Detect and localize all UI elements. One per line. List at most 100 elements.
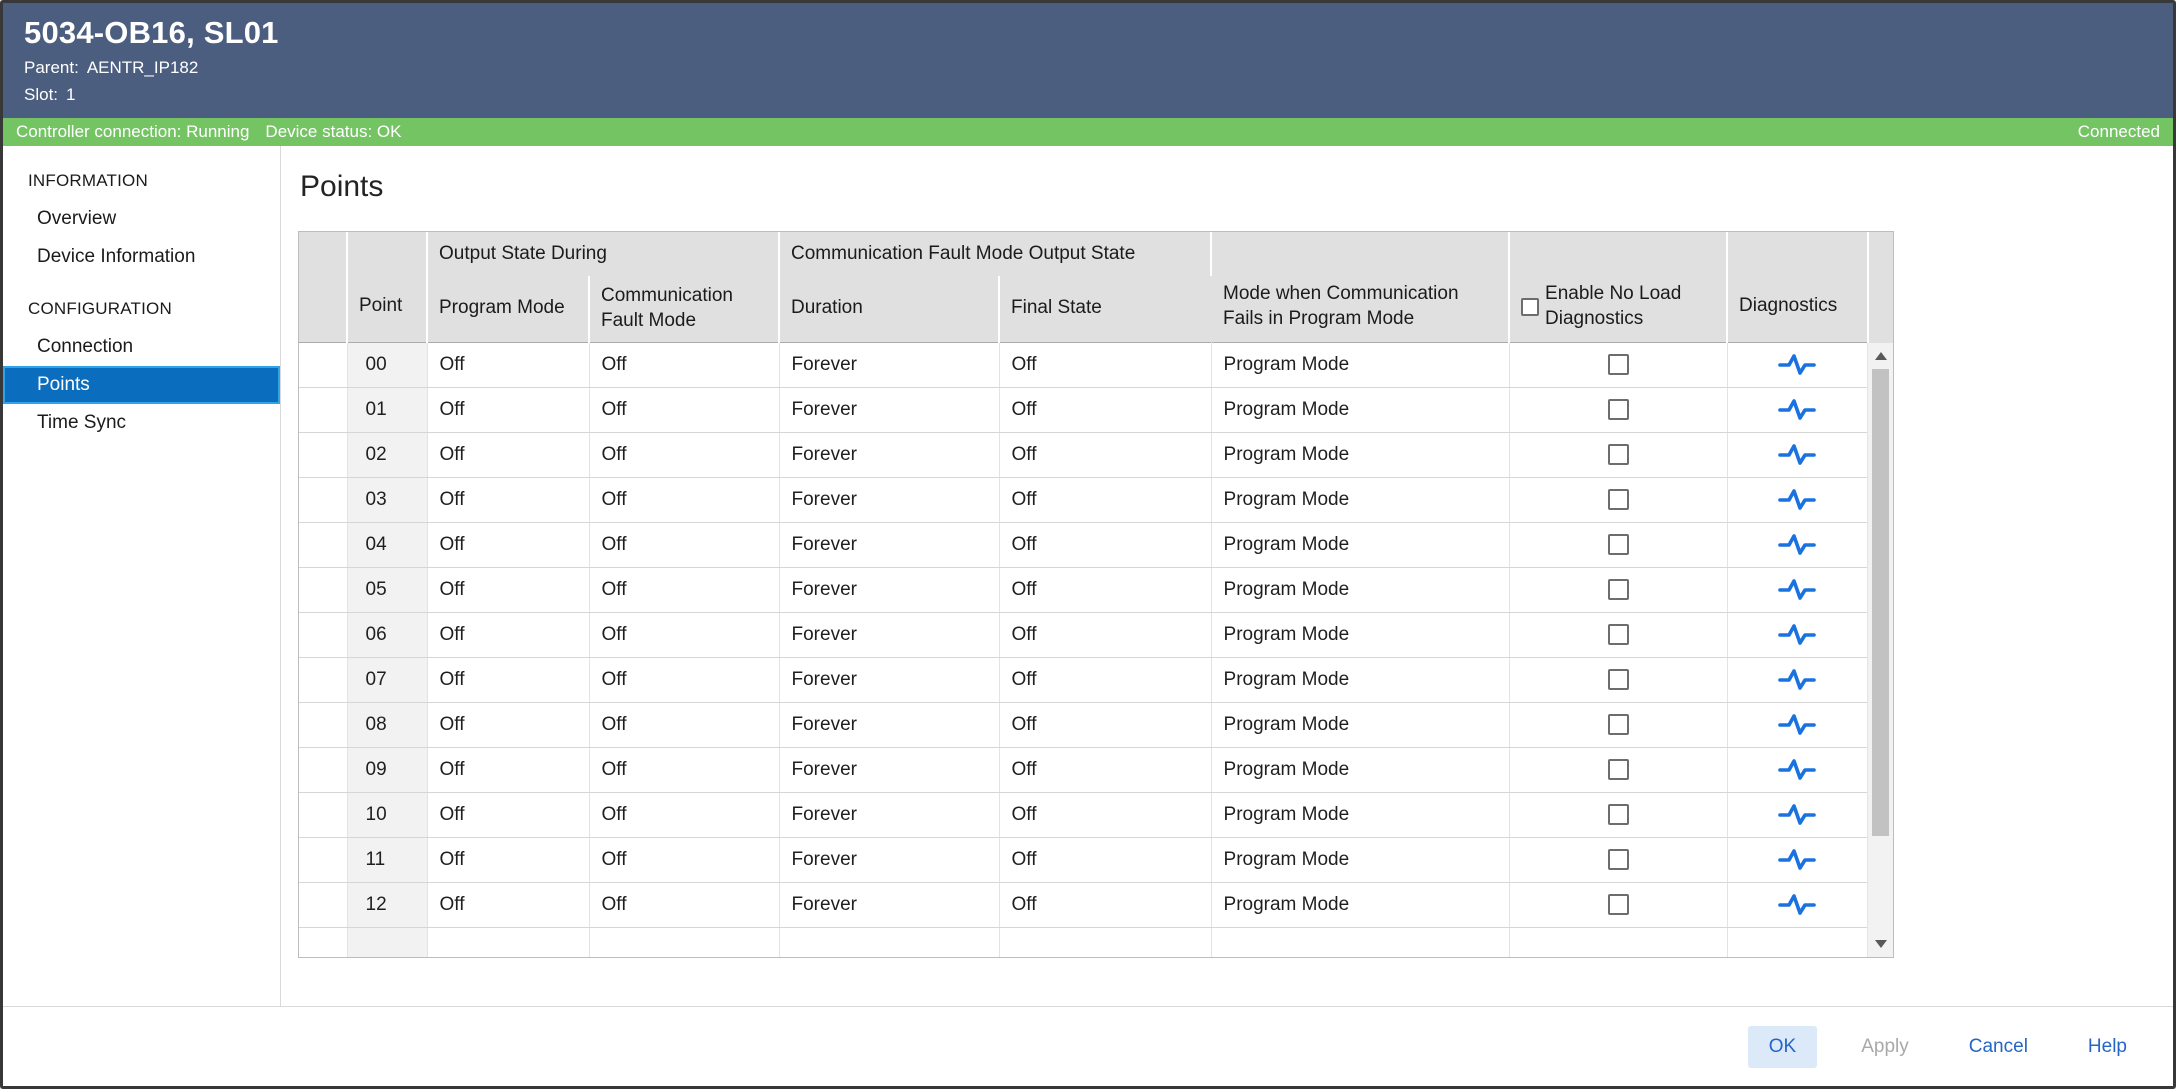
program-mode-cell[interactable]: Off xyxy=(427,387,589,432)
mode-when-comm-fails-cell[interactable]: Program Mode xyxy=(1211,612,1509,657)
row-selector[interactable] xyxy=(299,612,347,657)
duration-cell[interactable]: Forever xyxy=(779,747,999,792)
program-mode-cell[interactable]: Off xyxy=(427,522,589,567)
sidebar-item-points[interactable]: Points xyxy=(3,366,280,404)
final-state-cell[interactable]: Off xyxy=(999,522,1211,567)
diagnostics-pulse-icon[interactable] xyxy=(1777,893,1817,917)
duration-cell[interactable]: Forever xyxy=(779,837,999,882)
comm-fault-mode-cell[interactable]: Off xyxy=(589,837,779,882)
mode-when-comm-fails-cell[interactable]: Program Mode xyxy=(1211,432,1509,477)
duration-cell[interactable] xyxy=(779,927,999,958)
diagnostics-pulse-icon[interactable] xyxy=(1777,803,1817,827)
diagnostics-pulse-icon[interactable] xyxy=(1777,443,1817,467)
duration-cell[interactable]: Forever xyxy=(779,477,999,522)
no-load-checkbox[interactable] xyxy=(1608,624,1629,645)
apply-button[interactable]: Apply xyxy=(1845,1026,1925,1068)
diagnostics-pulse-icon[interactable] xyxy=(1777,533,1817,557)
help-button[interactable]: Help xyxy=(2072,1026,2143,1068)
mode-when-comm-fails-cell[interactable]: Program Mode xyxy=(1211,657,1509,702)
vertical-scrollbar[interactable] xyxy=(1867,343,1893,957)
program-mode-cell[interactable]: Off xyxy=(427,657,589,702)
mode-when-comm-fails-cell[interactable]: Program Mode xyxy=(1211,387,1509,432)
row-selector[interactable] xyxy=(299,747,347,792)
comm-fault-mode-cell[interactable]: Off xyxy=(589,702,779,747)
diagnostics-pulse-icon[interactable] xyxy=(1777,668,1817,692)
mode-when-comm-fails-cell[interactable]: Program Mode xyxy=(1211,837,1509,882)
ok-button[interactable]: OK xyxy=(1748,1026,1817,1068)
program-mode-cell[interactable]: Off xyxy=(427,432,589,477)
row-selector[interactable] xyxy=(299,927,347,958)
final-state-cell[interactable]: Off xyxy=(999,792,1211,837)
comm-fault-mode-cell[interactable]: Off xyxy=(589,747,779,792)
duration-cell[interactable]: Forever xyxy=(779,387,999,432)
final-state-cell[interactable] xyxy=(999,927,1211,958)
sidebar-item-overview[interactable]: Overview xyxy=(3,200,280,238)
final-state-cell[interactable]: Off xyxy=(999,882,1211,927)
comm-fault-mode-cell[interactable]: Off xyxy=(589,567,779,612)
no-load-checkbox[interactable] xyxy=(1608,399,1629,420)
final-state-cell[interactable]: Off xyxy=(999,657,1211,702)
diagnostics-pulse-icon[interactable] xyxy=(1777,848,1817,872)
mode-when-comm-fails-cell[interactable]: Program Mode xyxy=(1211,567,1509,612)
diagnostics-pulse-icon[interactable] xyxy=(1777,578,1817,602)
duration-cell[interactable]: Forever xyxy=(779,612,999,657)
program-mode-cell[interactable] xyxy=(427,927,589,958)
row-selector[interactable] xyxy=(299,792,347,837)
row-selector[interactable] xyxy=(299,432,347,477)
final-state-cell[interactable]: Off xyxy=(999,747,1211,792)
mode-when-comm-fails-cell[interactable]: Program Mode xyxy=(1211,477,1509,522)
final-state-cell[interactable]: Off xyxy=(999,432,1211,477)
duration-cell[interactable]: Forever xyxy=(779,702,999,747)
no-load-checkbox[interactable] xyxy=(1608,354,1629,375)
no-load-checkbox[interactable] xyxy=(1608,714,1629,735)
row-selector[interactable] xyxy=(299,657,347,702)
mode-when-comm-fails-cell[interactable]: Program Mode xyxy=(1211,882,1509,927)
diagnostics-pulse-icon[interactable] xyxy=(1777,353,1817,377)
no-load-checkbox[interactable] xyxy=(1608,444,1629,465)
mode-when-comm-fails-cell[interactable]: Program Mode xyxy=(1211,747,1509,792)
final-state-cell[interactable]: Off xyxy=(999,477,1211,522)
mode-when-comm-fails-cell[interactable]: Program Mode xyxy=(1211,342,1509,387)
cancel-button[interactable]: Cancel xyxy=(1953,1026,2044,1068)
row-selector[interactable] xyxy=(299,567,347,612)
duration-cell[interactable]: Forever xyxy=(779,657,999,702)
duration-cell[interactable]: Forever xyxy=(779,522,999,567)
sidebar-item-connection[interactable]: Connection xyxy=(3,328,280,366)
program-mode-cell[interactable]: Off xyxy=(427,882,589,927)
mode-when-comm-fails-cell[interactable] xyxy=(1211,927,1509,958)
program-mode-cell[interactable]: Off xyxy=(427,702,589,747)
row-selector[interactable] xyxy=(299,387,347,432)
scroll-down-button[interactable] xyxy=(1868,933,1893,955)
no-load-checkbox[interactable] xyxy=(1608,534,1629,555)
no-load-checkbox[interactable] xyxy=(1608,894,1629,915)
scrollbar-thumb[interactable] xyxy=(1872,369,1889,836)
final-state-cell[interactable]: Off xyxy=(999,567,1211,612)
comm-fault-mode-cell[interactable]: Off xyxy=(589,477,779,522)
diagnostics-pulse-icon[interactable] xyxy=(1777,488,1817,512)
no-load-checkbox[interactable] xyxy=(1608,804,1629,825)
diagnostics-pulse-icon[interactable] xyxy=(1777,398,1817,422)
comm-fault-mode-cell[interactable]: Off xyxy=(589,657,779,702)
comm-fault-mode-cell[interactable]: Off xyxy=(589,387,779,432)
duration-cell[interactable]: Forever xyxy=(779,432,999,477)
comm-fault-mode-cell[interactable]: Off xyxy=(589,792,779,837)
duration-cell[interactable]: Forever xyxy=(779,342,999,387)
mode-when-comm-fails-cell[interactable]: Program Mode xyxy=(1211,522,1509,567)
final-state-cell[interactable]: Off xyxy=(999,837,1211,882)
no-load-checkbox[interactable] xyxy=(1608,759,1629,780)
comm-fault-mode-cell[interactable] xyxy=(589,927,779,958)
row-selector[interactable] xyxy=(299,702,347,747)
no-load-checkbox[interactable] xyxy=(1608,669,1629,690)
comm-fault-mode-cell[interactable]: Off xyxy=(589,612,779,657)
comm-fault-mode-cell[interactable]: Off xyxy=(589,432,779,477)
sidebar-item-time-sync[interactable]: Time Sync xyxy=(3,404,280,442)
mode-when-comm-fails-cell[interactable]: Program Mode xyxy=(1211,702,1509,747)
program-mode-cell[interactable]: Off xyxy=(427,477,589,522)
final-state-cell[interactable]: Off xyxy=(999,387,1211,432)
sidebar-item-device-information[interactable]: Device Information xyxy=(3,238,280,276)
program-mode-cell[interactable]: Off xyxy=(427,342,589,387)
diagnostics-pulse-icon[interactable] xyxy=(1777,623,1817,647)
scroll-up-button[interactable] xyxy=(1868,345,1893,367)
program-mode-cell[interactable]: Off xyxy=(427,612,589,657)
program-mode-cell[interactable]: Off xyxy=(427,567,589,612)
